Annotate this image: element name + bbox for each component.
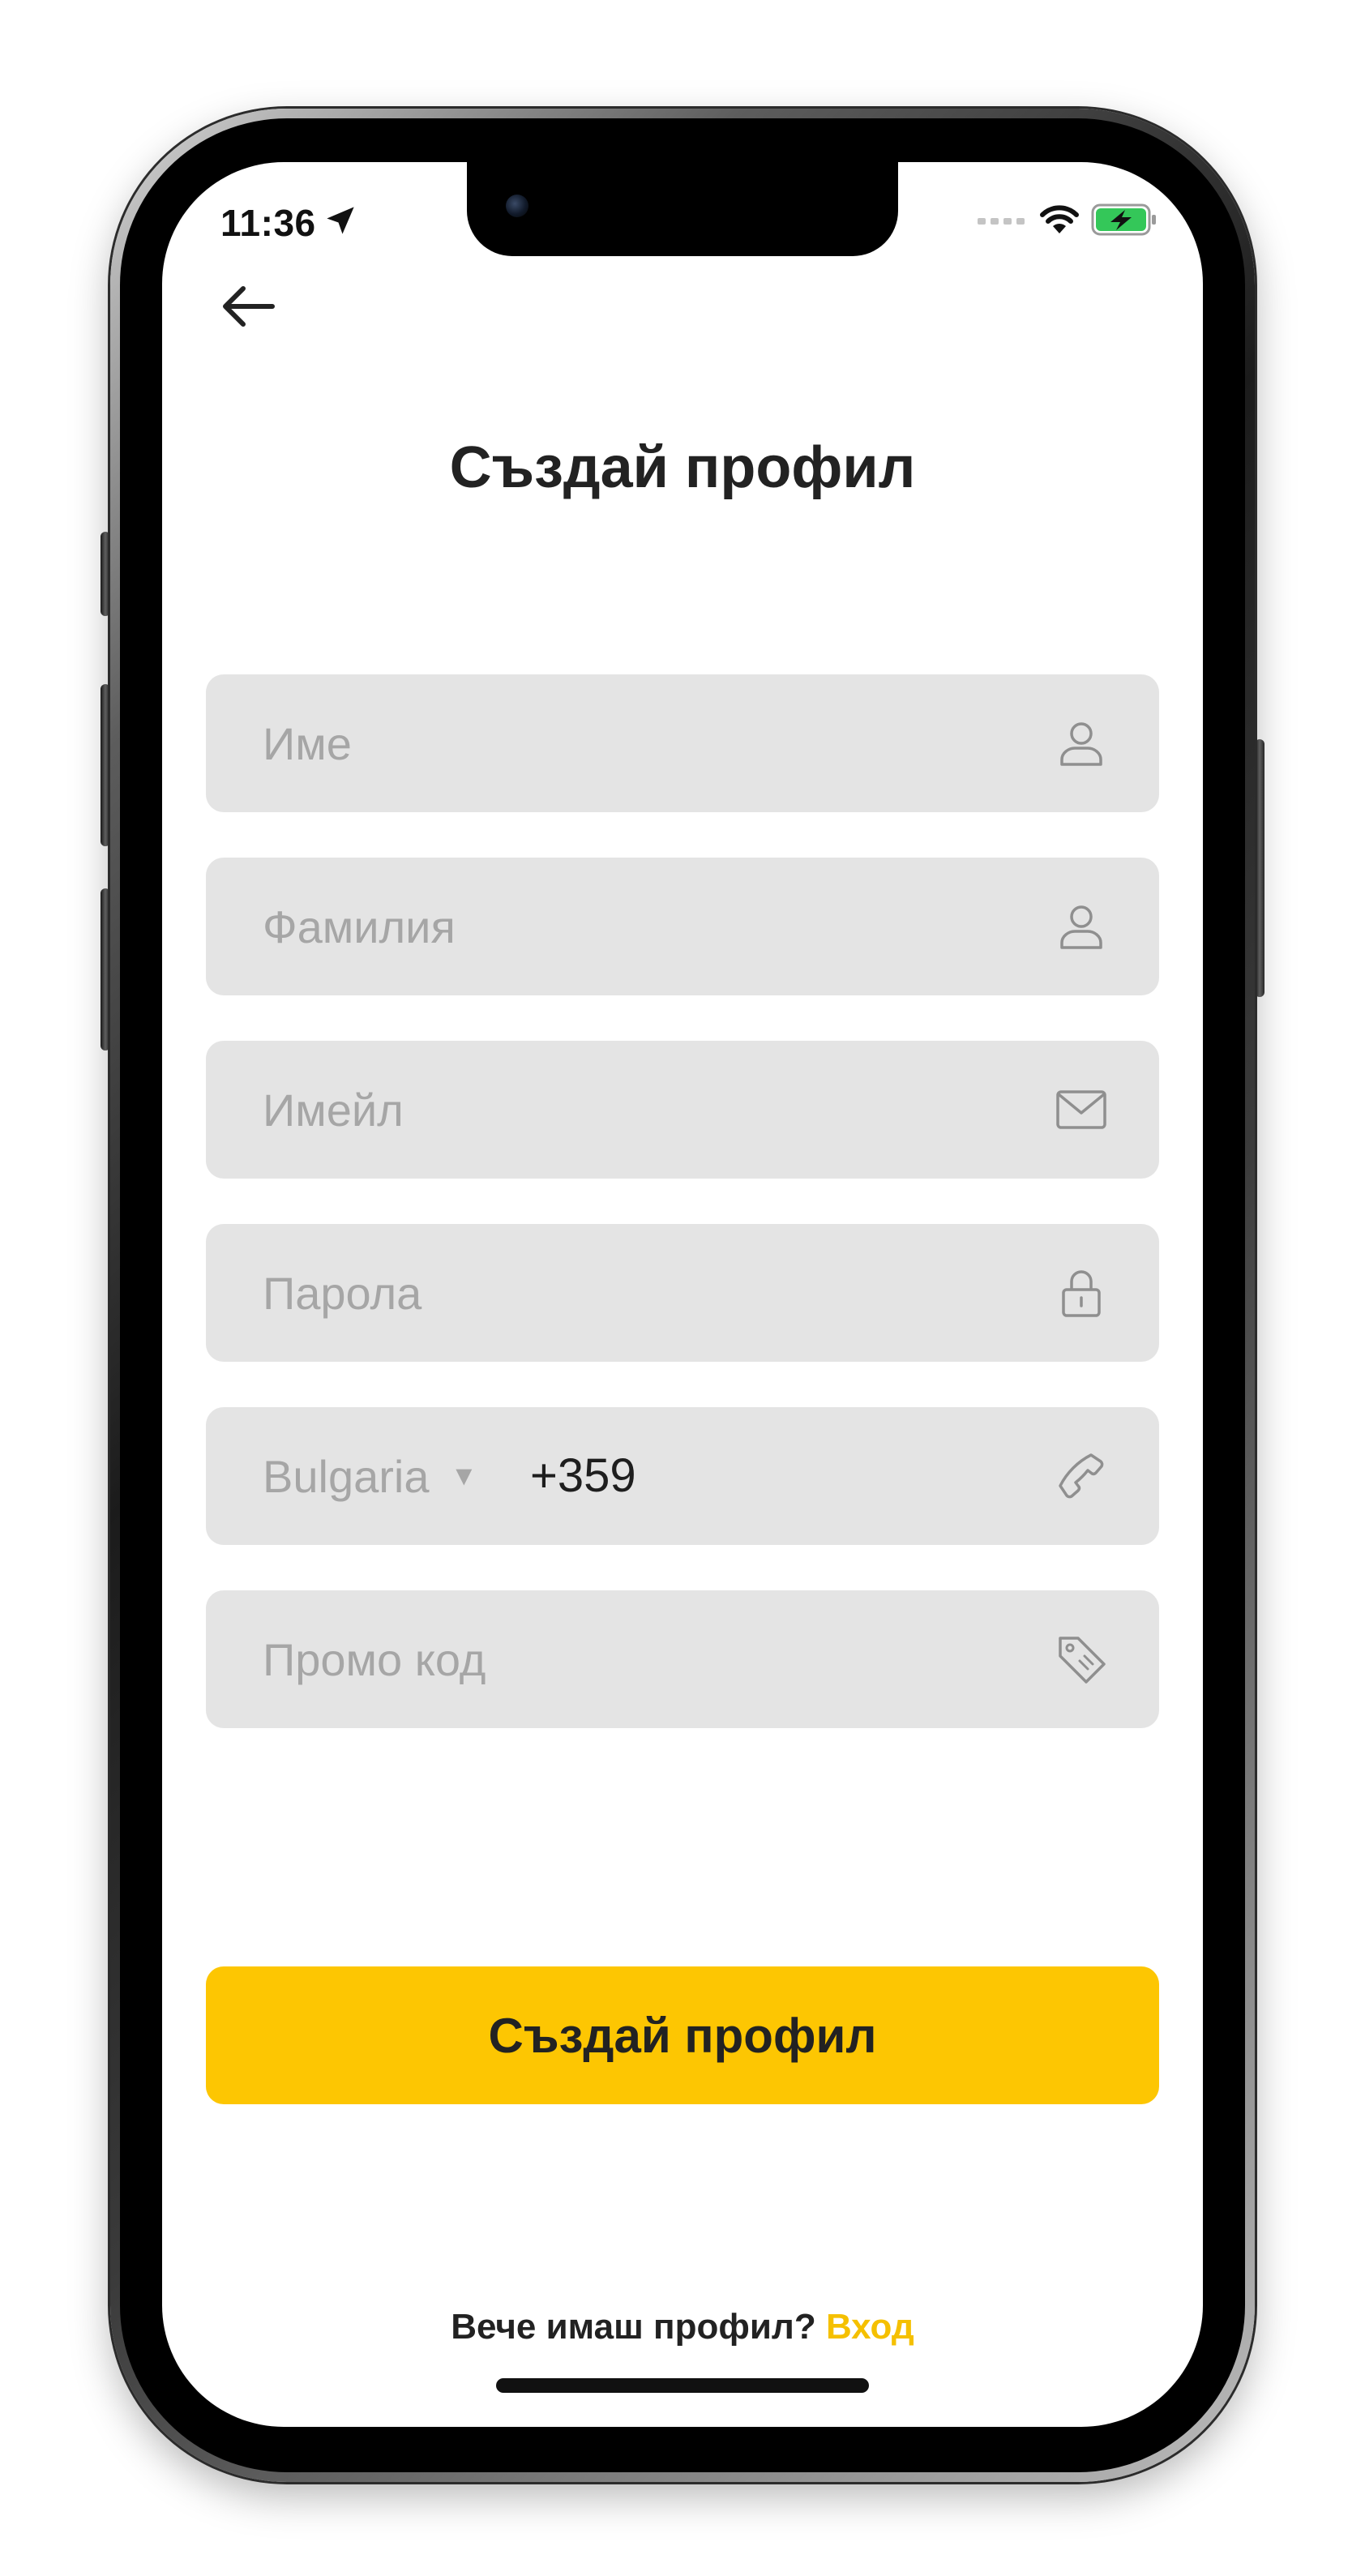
status-time: 11:36 [220,202,316,244]
email-input[interactable] [263,1041,992,1179]
home-indicator [496,2378,869,2393]
password-input[interactable] [263,1224,992,1362]
first-name-field [206,674,1159,812]
login-link[interactable]: Вход [826,2307,914,2347]
battery-charging-icon [1091,203,1156,236]
chevron-down-icon: ▼ [450,1460,478,1491]
tag-icon [1059,1637,1106,1684]
volume-up-button [101,684,110,846]
lock-icon [1062,1270,1101,1317]
back-button[interactable] [219,277,277,336]
last-name-input[interactable] [263,858,992,995]
volume-down-button [101,888,110,1051]
phone-field: Bulgaria ▼ +359 [206,1407,1159,1545]
status-indicators [978,203,1157,237]
login-question: Вече имаш профил? [451,2307,816,2347]
location-arrow-icon [327,207,354,234]
phone-input[interactable] [660,1407,984,1545]
email-field [206,1041,1159,1179]
front-camera [506,195,528,217]
arrow-left-icon [223,286,275,327]
page-title: Създай профил [449,435,916,500]
country-name: Bulgaria [263,1450,430,1502]
last-name-field [206,858,1159,995]
cellular-signal-icon [978,218,1025,225]
login-prompt: Вече имаш профил? Вход [162,2307,1203,2347]
wifi-icon [1040,205,1079,233]
power-button [1255,739,1264,997]
notch [467,162,898,256]
mute-switch [101,532,110,616]
phone-icon [1059,1453,1104,1499]
dial-code: +359 [530,1449,636,1502]
promo-code-input[interactable] [263,1590,992,1728]
first-name-input[interactable] [263,674,992,812]
password-field [206,1224,1159,1362]
promo-code-field [206,1590,1159,1728]
user-icon [1060,905,1102,949]
envelope-icon [1056,1090,1106,1129]
create-profile-button[interactable]: Създай профил [206,1966,1159,2104]
user-icon [1060,722,1102,766]
country-select[interactable]: Bulgaria ▼ [263,1407,477,1545]
app-screen: 11:36 Създай профил Име Фамилия Имейл Bu… [162,162,1203,2427]
